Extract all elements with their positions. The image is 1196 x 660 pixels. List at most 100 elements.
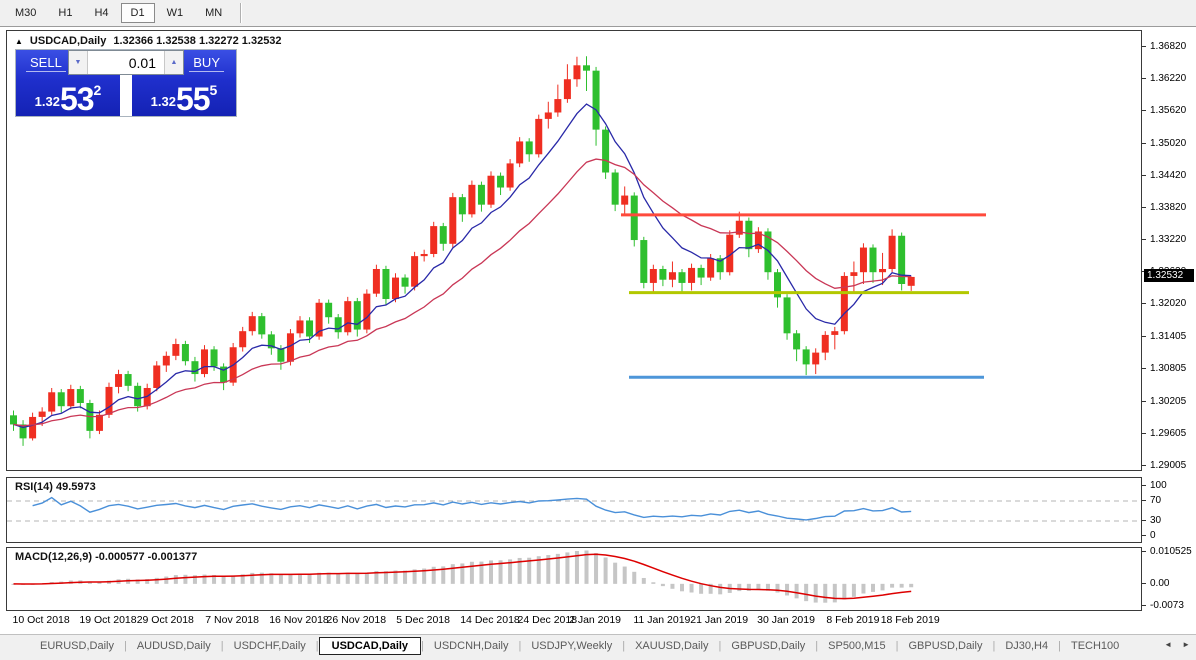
candle: [774, 268, 781, 308]
price-axis-label: 1.35020: [1150, 137, 1187, 149]
macd-histogram-bar: [345, 572, 350, 584]
candle: [745, 217, 753, 258]
sell-price[interactable]: 1.32 53 2: [16, 82, 120, 115]
tab-scroll-right-icon[interactable]: ►: [1178, 638, 1194, 651]
one-click-trade-panel: SELL 1.32 53 2 ▼ 0.01 ▲ BUY 1.32 55 5: [15, 49, 237, 117]
macd-histogram-bar: [355, 573, 360, 584]
price-axis-label: 1.29605: [1150, 427, 1187, 439]
candle: [869, 244, 877, 283]
candle: [716, 255, 724, 280]
candle: [535, 114, 543, 158]
timeframe-button-d1[interactable]: D1: [120, 3, 155, 23]
toolbar-separator: [240, 3, 243, 23]
price-axis-label: 1.32020: [1150, 298, 1187, 310]
candle: [449, 192, 457, 248]
timeframe-button-mn[interactable]: MN: [195, 3, 232, 23]
chart-tab-usdcnh[interactable]: USDCNH,Daily: [424, 637, 519, 655]
macd-histogram-bar: [603, 557, 608, 584]
candle: [29, 412, 37, 441]
candle: [382, 265, 390, 306]
chart-tab-audusd[interactable]: AUDUSD,Daily: [127, 637, 221, 655]
macd-histogram-bar: [154, 577, 159, 584]
macd-histogram-bar: [221, 576, 226, 584]
candle: [898, 232, 906, 291]
volume-decrease-button[interactable]: ▼: [69, 51, 88, 74]
macd-histogram-bar: [469, 561, 474, 584]
triangle-down-icon: ▼: [74, 59, 82, 66]
macd-histogram-bar: [775, 583, 780, 593]
axis-tick: [1142, 520, 1146, 521]
candle: [831, 326, 839, 350]
price-axis-label: 1.30205: [1150, 395, 1187, 407]
chart-tab-gbpusd[interactable]: GBPUSD,Daily: [721, 637, 815, 655]
chart-tab-xauusd[interactable]: XAUUSD,Daily: [625, 637, 718, 655]
candle: [621, 186, 629, 215]
axis-tick: [1142, 464, 1146, 466]
chart-tab-dj30[interactable]: DJ30,H4: [995, 637, 1058, 655]
axis-tick: [1142, 368, 1146, 370]
macd-histogram-bar: [183, 574, 188, 584]
collapse-panel-icon[interactable]: ▲: [15, 37, 23, 46]
chart-tab-eurusd[interactable]: EURUSD,Daily: [30, 637, 124, 655]
tab-scroll-left-icon[interactable]: ◄: [1160, 638, 1176, 651]
axis-tick: [1142, 336, 1146, 338]
timeframe-button-h1[interactable]: H1: [48, 3, 82, 23]
candle: [19, 420, 27, 446]
price-axis: 1.36820 1.36220 1.35620 1.35020 1.34420 1.338…: [1142, 30, 1196, 612]
macd-histogram-bar: [699, 583, 704, 594]
macd-histogram-bar: [804, 583, 809, 602]
macd-histogram-bar: [288, 574, 293, 584]
timeframe-button-m30[interactable]: M30: [5, 3, 46, 23]
candle: [296, 316, 304, 338]
chart-tab-usdjpy[interactable]: USDJPY,Weekly: [521, 637, 622, 655]
chart-tab-tech100[interactable]: TECH100: [1061, 637, 1129, 655]
chart-tab-sp500[interactable]: SP500,M15: [818, 637, 895, 655]
macd-histogram-bar: [718, 583, 723, 595]
candle: [334, 314, 342, 339]
macd-histogram-bar: [613, 562, 618, 584]
mt4-window: M30 H1 H4 D1 W1 MN ▲ USDCAD,Daily 1.32366 1.3…: [0, 0, 1196, 660]
candle: [201, 345, 208, 378]
rsi-canvas[interactable]: [7, 478, 1141, 542]
macd-axis-label: -0.0073: [1150, 600, 1184, 611]
candle: [497, 172, 505, 196]
chart-tab-usdcad[interactable]: USDCAD,Daily: [318, 637, 422, 655]
chart-tab-usdchf[interactable]: USDCHF,Daily: [224, 637, 316, 655]
macd-histogram-bar: [660, 583, 665, 587]
candle: [583, 56, 590, 92]
price-axis-label: 1.33220: [1150, 234, 1187, 246]
candle: [172, 338, 180, 361]
candle: [430, 221, 438, 258]
chart-title: ▲ USDCAD,Daily 1.32366 1.32538 1.32272 1…: [15, 35, 282, 47]
candle: [344, 296, 352, 336]
price-axis-label: 1.29005: [1150, 459, 1187, 471]
candle: [554, 84, 562, 117]
candle: [821, 331, 829, 361]
macd-histogram-bar: [278, 574, 283, 584]
candle: [802, 346, 810, 376]
macd-histogram-bar: [307, 573, 312, 584]
candle: [248, 311, 256, 336]
candle: [850, 261, 858, 294]
timeframe-toolbar: M30 H1 H4 D1 W1 MN: [0, 0, 1196, 27]
price-axis-label: 1.34420: [1150, 169, 1187, 181]
timeframe-button-h4[interactable]: H4: [84, 3, 118, 23]
rsi-axis-label: 100: [1150, 480, 1167, 491]
chart-tab-gbpusd[interactable]: GBPUSD,Daily: [898, 637, 992, 655]
axis-tick: [1142, 535, 1146, 536]
axis-tick: [1142, 400, 1146, 402]
macd-histogram-bar: [737, 583, 742, 592]
buy-price[interactable]: 1.32 55 5: [132, 82, 236, 115]
price-axis-label: 1.31405: [1150, 331, 1187, 343]
macd-histogram-bar: [336, 573, 341, 584]
candle: [563, 64, 571, 103]
candle: [10, 410, 17, 431]
macd-histogram-bar: [622, 566, 627, 584]
volume-value[interactable]: 0.01: [88, 51, 164, 74]
candle: [76, 385, 84, 409]
timeframe-button-w1[interactable]: W1: [157, 3, 194, 23]
macd-panel: MACD(12,26,9) -0.000577 -0.001377: [6, 547, 1142, 611]
volume-increase-button[interactable]: ▲: [164, 51, 183, 74]
candle: [812, 348, 820, 375]
candle: [124, 370, 132, 392]
